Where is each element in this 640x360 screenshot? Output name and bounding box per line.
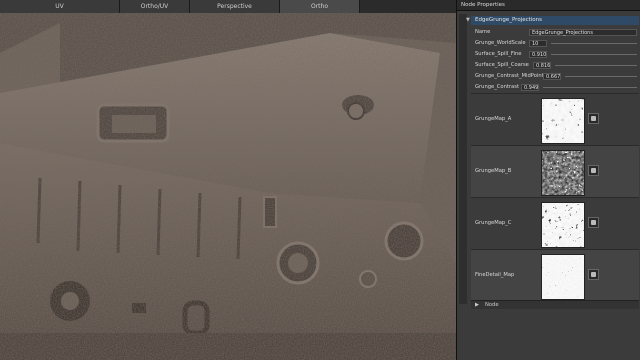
value-field[interactable]: 0.949	[521, 84, 539, 91]
property-row: Surface_Spill_Coarse 0.816	[471, 61, 639, 70]
3d-viewport[interactable]: UV Ortho/UV Perspective Ortho	[0, 0, 456, 360]
tab-perspective[interactable]: Perspective	[190, 0, 280, 13]
property-row: Grunge_Contrast_MidPoint 0.667	[471, 72, 639, 81]
detail-map-thumbnail[interactable]	[541, 254, 585, 300]
expand-arrow-icon[interactable]: ▶	[475, 301, 479, 309]
property-row: Grunge_WorldScale 10	[471, 39, 639, 48]
grunge-map-thumbnail[interactable]	[541, 150, 585, 196]
map-label: GrungeMap_B	[475, 168, 512, 174]
value-field[interactable]: 0.910	[529, 51, 547, 58]
property-name-row: Name EdgeGrunge_Projections	[471, 28, 639, 37]
browse-file-button[interactable]	[588, 269, 599, 280]
tab-ortho[interactable]: Ortho	[280, 0, 360, 13]
map-row: GrungeMap_B	[471, 145, 639, 198]
value-field[interactable]: 0.667	[543, 73, 561, 80]
property-label: Grunge_Contrast_MidPoint	[475, 73, 544, 79]
vehicle-render	[0, 13, 456, 360]
panel-title: Node Properties	[457, 0, 640, 11]
node-section-footer[interactable]: ▶ Node	[471, 300, 639, 309]
tab-ortho-uv[interactable]: Ortho/UV	[120, 0, 190, 13]
property-label: Name	[475, 29, 491, 35]
collapse-arrow-icon[interactable]: ▼	[466, 17, 470, 23]
value-field[interactable]: 10	[529, 40, 547, 47]
property-row: Grunge_Contrast 0.949	[471, 83, 639, 92]
section-header[interactable]: EdgeGrunge_Projections	[471, 16, 639, 25]
value-slider[interactable]	[551, 54, 637, 55]
property-label: Surface_Spill_Fine	[475, 51, 522, 57]
browse-file-button[interactable]	[588, 113, 599, 124]
map-label: GrungeMap_A	[475, 116, 512, 122]
grunge-map-thumbnail[interactable]	[541, 98, 585, 144]
property-label: Surface_Spill_Coarse	[475, 62, 529, 68]
property-row: Surface_Spill_Fine 0.910	[471, 50, 639, 59]
tab-uv[interactable]: UV	[0, 0, 120, 13]
grunge-map-thumbnail[interactable]	[541, 202, 585, 248]
browse-file-button[interactable]	[588, 165, 599, 176]
map-label: FineDetail_Map	[475, 272, 515, 278]
map-row: GrungeMap_A	[471, 93, 639, 146]
property-label: Grunge_WorldScale	[475, 40, 526, 46]
viewport-tab-bar: UV Ortho/UV Perspective Ortho	[0, 0, 456, 14]
file-icon	[591, 116, 596, 121]
property-label: Grunge_Contrast	[475, 84, 519, 90]
panel-scrollbar[interactable]	[459, 14, 467, 304]
value-slider[interactable]	[565, 76, 637, 77]
map-row: FineDetail_Map	[471, 249, 639, 302]
value-slider[interactable]	[551, 43, 637, 44]
browse-file-button[interactable]	[588, 217, 599, 228]
value-slider[interactable]	[543, 87, 637, 88]
value-slider[interactable]	[555, 65, 637, 66]
node-properties-panel: Node Properties ▼ EdgeGrunge_Projections…	[456, 0, 640, 360]
value-field[interactable]: 0.816	[533, 62, 551, 69]
name-field[interactable]: EdgeGrunge_Projections	[529, 29, 637, 36]
file-icon	[591, 272, 596, 277]
file-icon	[591, 220, 596, 225]
file-icon	[591, 168, 596, 173]
node-footer-label: Node	[485, 302, 499, 308]
map-label: GrungeMap_C	[475, 220, 512, 226]
map-row: GrungeMap_C	[471, 197, 639, 250]
